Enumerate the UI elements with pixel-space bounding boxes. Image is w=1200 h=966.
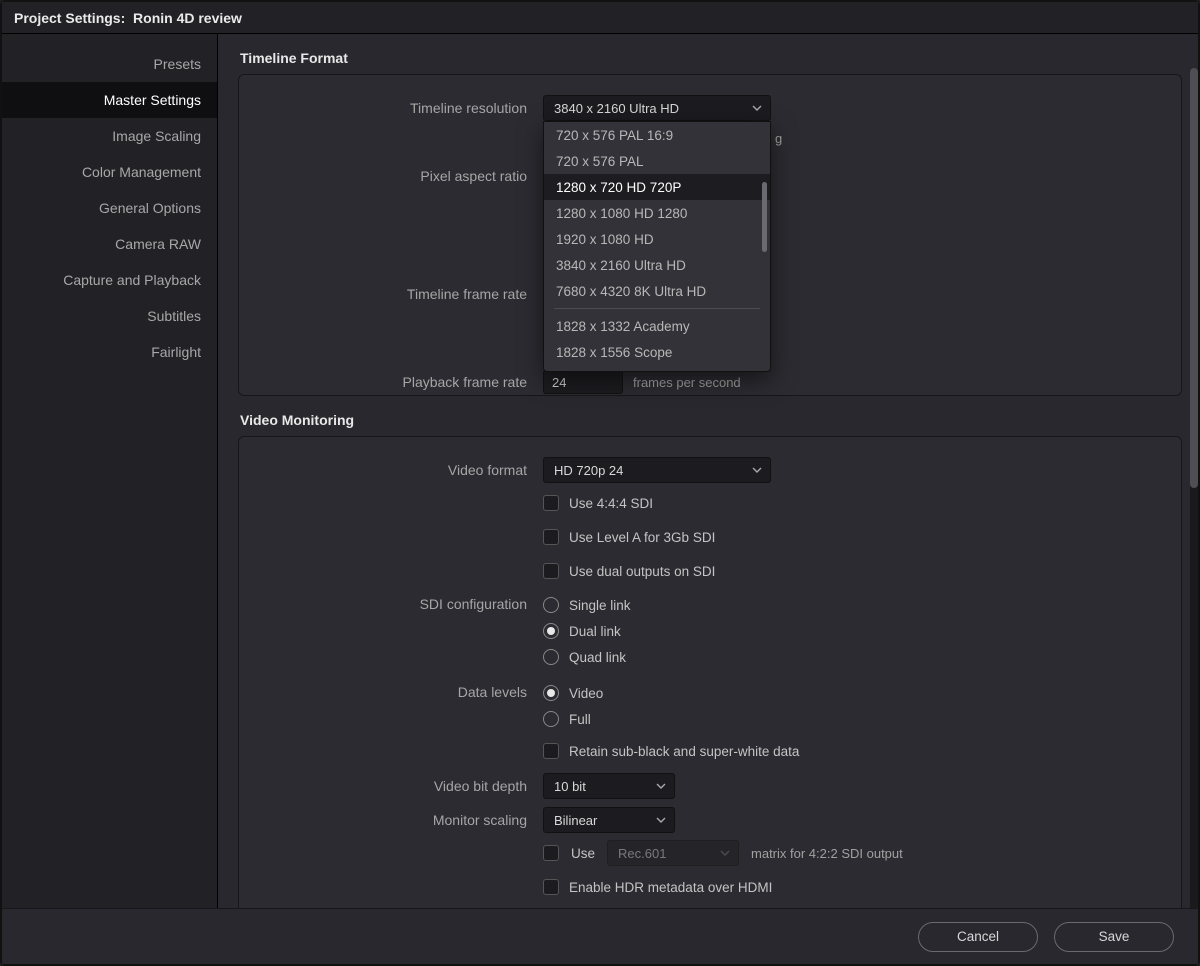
sidebar-item-general-options[interactable]: General Options	[2, 190, 217, 226]
sidebar-label: Camera RAW	[115, 236, 201, 252]
checkbox-label: Use dual outputs on SDI	[569, 564, 715, 579]
dropdown-option[interactable]: 3840 x 2160 Ultra HD	[544, 252, 770, 278]
label-timeline-frame-rate: Timeline frame rate	[263, 286, 543, 302]
chevron-down-icon	[656, 783, 666, 789]
label-sdi-configuration: SDI configuration	[263, 593, 543, 612]
dropdown-option[interactable]: 1920 x 1080 HD	[544, 226, 770, 252]
sidebar-item-fairlight[interactable]: Fairlight	[2, 334, 217, 370]
radio-label: Quad link	[569, 650, 626, 665]
chevron-down-icon	[752, 467, 762, 473]
panel-timeline-format: Timeline resolution 3840 x 2160 Ultra HD…	[238, 74, 1182, 396]
checkbox-label: Enable HDR metadata over HDMI	[569, 880, 772, 895]
sidebar-item-camera-raw[interactable]: Camera RAW	[2, 226, 217, 262]
sidebar-label: Fairlight	[151, 344, 201, 360]
label-data-levels: Data levels	[263, 681, 543, 700]
checkbox-label: Retain sub-black and super-white data	[569, 744, 799, 759]
sidebar-label: General Options	[99, 200, 201, 216]
project-name: Ronin 4D review	[133, 10, 242, 26]
select-matrix[interactable]: Rec.601	[607, 840, 739, 866]
main-scrollbar-track[interactable]	[1190, 68, 1198, 908]
select-video-format[interactable]: HD 720p 24	[543, 457, 771, 483]
checkbox-label: Use Level A for 3Gb SDI	[569, 530, 715, 545]
radio-data-full[interactable]	[543, 711, 559, 727]
label-fps-suffix: frames per second	[633, 375, 741, 390]
sidebar-item-color-management[interactable]: Color Management	[2, 154, 217, 190]
select-monitor-scaling[interactable]: Bilinear	[543, 807, 675, 833]
checkbox-retain-sub-black[interactable]	[543, 743, 559, 759]
select-timeline-resolution[interactable]: 3840 x 2160 Ultra HD	[543, 95, 771, 121]
save-button[interactable]: Save	[1054, 922, 1174, 952]
sidebar-label: Subtitles	[147, 308, 201, 324]
label-playback-frame-rate: Playback frame rate	[263, 374, 543, 390]
checkbox-enable-hdr[interactable]	[543, 879, 559, 895]
chevron-down-icon	[656, 817, 666, 823]
select-video-bit-depth[interactable]: 10 bit	[543, 773, 675, 799]
chevron-down-icon	[720, 850, 730, 856]
radio-label: Single link	[569, 598, 631, 613]
radio-sdi-single[interactable]	[543, 597, 559, 613]
section-title-timeline-format: Timeline Format	[240, 50, 1182, 66]
panel-video-monitoring: Video format HD 720p 24 Use 4:4:4 SDI	[238, 436, 1182, 908]
dropdown-scrollbar[interactable]	[762, 182, 767, 252]
select-value: 3840 x 2160 Ultra HD	[554, 101, 679, 116]
radio-label: Full	[569, 712, 591, 727]
sidebar-label: Master Settings	[104, 92, 201, 108]
sidebar-label: Presets	[154, 56, 201, 72]
label-monitor-scaling: Monitor scaling	[263, 812, 543, 828]
checkbox-use-444-sdi[interactable]	[543, 495, 559, 511]
dropdown-option[interactable]: 7680 x 4320 8K Ultra HD	[544, 278, 770, 304]
footer: Cancel Save	[2, 908, 1198, 964]
radio-sdi-dual[interactable]	[543, 623, 559, 639]
sidebar-item-subtitles[interactable]: Subtitles	[2, 298, 217, 334]
dropdown-option[interactable]: 720 x 576 PAL 16:9	[544, 122, 770, 148]
dropdown-option[interactable]: 720 x 576 PAL	[544, 148, 770, 174]
dropdown-timeline-resolution[interactable]: 720 x 576 PAL 16:9 720 x 576 PAL 1280 x …	[543, 121, 771, 372]
dropdown-option[interactable]: 1828 x 1332 Academy	[544, 313, 770, 339]
titlebar: Project Settings: Ronin 4D review	[2, 2, 1198, 34]
input-playback-frame-rate[interactable]	[543, 370, 623, 394]
radio-data-video[interactable]	[543, 685, 559, 701]
sidebar-label: Color Management	[82, 164, 201, 180]
select-value: 10 bit	[554, 779, 586, 794]
radio-sdi-quad[interactable]	[543, 649, 559, 665]
dropdown-separator	[554, 308, 760, 309]
sidebar-item-capture-playback[interactable]: Capture and Playback	[2, 262, 217, 298]
select-value: Bilinear	[554, 813, 597, 828]
sidebar: Presets Master Settings Image Scaling Co…	[2, 34, 218, 908]
cancel-button[interactable]: Cancel	[918, 922, 1038, 952]
sidebar-item-master-settings[interactable]: Master Settings	[2, 82, 217, 118]
sidebar-item-presets[interactable]: Presets	[2, 46, 217, 82]
dropdown-option[interactable]: 1828 x 1556 Scope	[544, 339, 770, 365]
section-title-video-monitoring: Video Monitoring	[240, 412, 1182, 428]
checkbox-label: Use 4:4:4 SDI	[569, 496, 653, 511]
sidebar-item-image-scaling[interactable]: Image Scaling	[2, 118, 217, 154]
select-value: HD 720p 24	[554, 463, 623, 478]
label-video-format: Video format	[263, 462, 543, 478]
checkbox-use-matrix[interactable]	[543, 845, 559, 861]
main-content: Timeline Format Timeline resolution 3840…	[218, 34, 1198, 908]
dropdown-option[interactable]: 1280 x 720 HD 720P	[544, 174, 770, 200]
radio-label: Video	[569, 686, 603, 701]
label-timeline-resolution: Timeline resolution	[263, 100, 543, 116]
radio-label: Dual link	[569, 624, 621, 639]
checkbox-label: Use	[571, 846, 595, 861]
obscured-text: g	[775, 131, 782, 146]
label-pixel-aspect-ratio: Pixel aspect ratio	[263, 168, 543, 184]
label-matrix-suffix: matrix for 4:2:2 SDI output	[751, 846, 903, 861]
main-scrollbar-thumb[interactable]	[1190, 68, 1198, 488]
title-prefix: Project Settings:	[14, 10, 125, 26]
chevron-down-icon	[752, 105, 762, 111]
label-video-bit-depth: Video bit depth	[263, 778, 543, 794]
checkbox-use-dual-outputs[interactable]	[543, 563, 559, 579]
sidebar-label: Image Scaling	[112, 128, 201, 144]
checkbox-use-level-a[interactable]	[543, 529, 559, 545]
dropdown-option[interactable]: 1280 x 1080 HD 1280	[544, 200, 770, 226]
project-settings-window: Project Settings: Ronin 4D review Preset…	[0, 0, 1200, 966]
sidebar-label: Capture and Playback	[63, 272, 201, 288]
select-value: Rec.601	[618, 846, 666, 861]
